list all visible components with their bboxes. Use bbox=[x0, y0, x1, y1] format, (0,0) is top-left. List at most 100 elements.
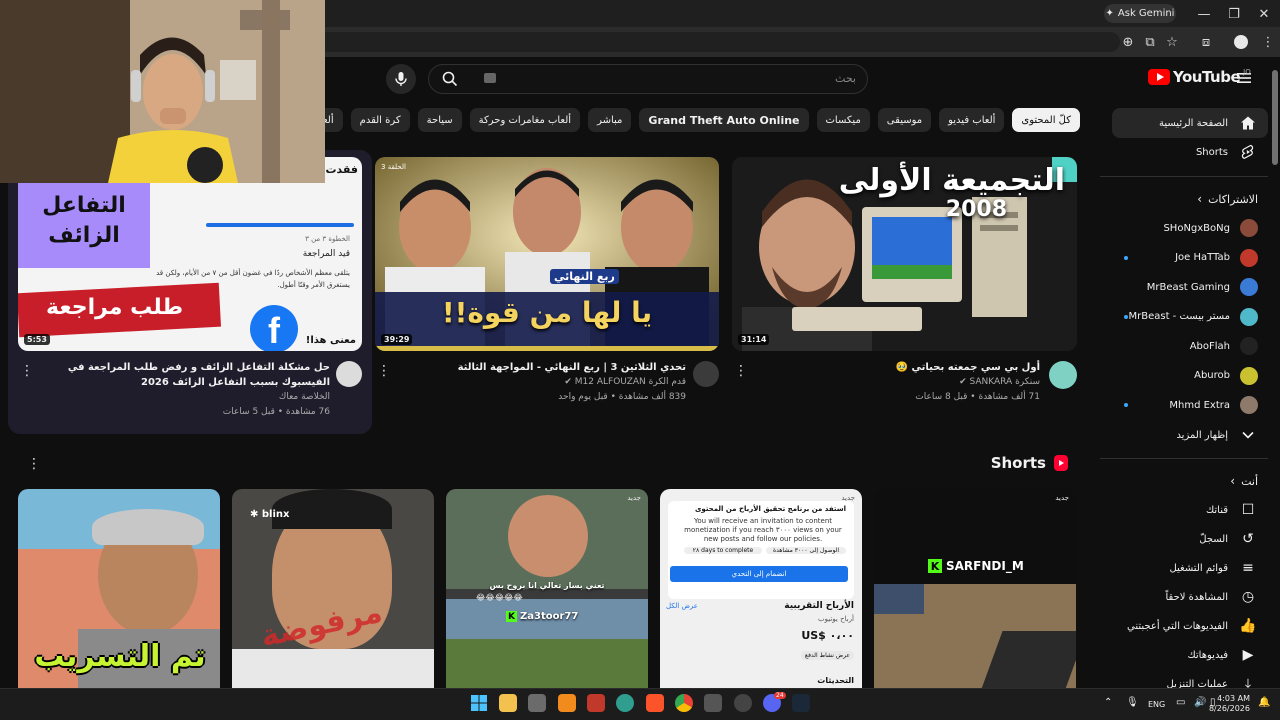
filter-chip[interactable]: كلّ المحتوى bbox=[1012, 108, 1080, 132]
youtube-play-icon bbox=[1148, 69, 1170, 85]
logo-text: YouTube bbox=[1173, 68, 1241, 86]
channel-name[interactable]: الخلاصة معاك bbox=[30, 390, 330, 405]
channel-avatar bbox=[1240, 248, 1258, 267]
show-more-button[interactable]: إظهار المزيد bbox=[1112, 420, 1268, 450]
video-info: حل مشكلة التفاعل الزائف و رفض طلب المراج… bbox=[30, 360, 330, 420]
chrome-icon[interactable] bbox=[675, 694, 693, 712]
filter-chip[interactable]: مباشر bbox=[588, 108, 632, 132]
short-overlay: K SARFNDI_M bbox=[928, 559, 1024, 573]
sidebar-item-subscription[interactable]: MrBeast Gaming bbox=[1112, 272, 1268, 302]
thumbnail-review-text: قيد المراجعة bbox=[302, 249, 350, 259]
microphone-tray-icon[interactable]: 🎙 bbox=[1126, 697, 1139, 708]
video-thumbnail[interactable]: التجميعة الأولى 2008 31:14 bbox=[732, 157, 1077, 351]
video-menu-icon[interactable]: ⋮ bbox=[734, 363, 748, 379]
sidebar-divider bbox=[1100, 176, 1268, 177]
cast-icon[interactable]: ⧉ bbox=[1138, 30, 1162, 54]
sidebar-item-subscription[interactable]: مستر بيست - MrBeast bbox=[1112, 302, 1268, 332]
app-grid-icon[interactable] bbox=[528, 694, 546, 712]
video-title[interactable]: أول بي سي جمعته بحياتي 🥹 bbox=[740, 360, 1040, 375]
sidebar-item-subscription[interactable]: Joe HaTTab bbox=[1112, 243, 1268, 273]
video-duration: 31:14 bbox=[738, 334, 770, 345]
sidebar-item-your-videos[interactable]: ▶ فيديوهاتك bbox=[1112, 640, 1268, 670]
brave-icon[interactable] bbox=[646, 694, 664, 712]
keyboard-icon[interactable] bbox=[484, 73, 496, 83]
new-content-dot bbox=[1124, 403, 1128, 407]
browser-menu-icon[interactable]: ⋮ bbox=[1256, 30, 1280, 54]
filter-chip[interactable]: كرة القدم bbox=[350, 108, 410, 132]
video-thumbnail[interactable]: التفاعل الزائف طلب مراجعة الخطوة ٣ من ٣ … bbox=[18, 183, 362, 351]
close-icon[interactable]: ✕ bbox=[1252, 2, 1276, 26]
tray-chevron-icon[interactable]: ⌃ bbox=[1104, 697, 1112, 708]
video-menu-icon[interactable]: ⋮ bbox=[377, 363, 391, 379]
filter-chip[interactable]: ميكسات bbox=[816, 108, 870, 132]
language-indicator[interactable]: ENG bbox=[1148, 700, 1165, 710]
short-card[interactable]: استفد من برنامج تحقيق الأرباح من المحتوى… bbox=[660, 489, 862, 689]
minimize-icon[interactable]: — bbox=[1192, 2, 1216, 26]
video-duration: 5:53 bbox=[24, 334, 50, 345]
clock[interactable]: 4:03 AM 8/26/2026 bbox=[1200, 694, 1250, 714]
app-red-icon[interactable] bbox=[587, 694, 605, 712]
video-menu-icon[interactable]: ⋮ bbox=[20, 363, 34, 379]
video-channel-line[interactable]: سنكرة SANKARA ✔ bbox=[740, 375, 1040, 390]
camera-icon[interactable] bbox=[704, 694, 722, 712]
search-button[interactable] bbox=[430, 66, 470, 92]
verified-icon: ✔ bbox=[959, 377, 967, 387]
extensions-icon[interactable]: ⧈ bbox=[1194, 30, 1218, 54]
network-icon[interactable]: ▭ bbox=[1176, 697, 1185, 708]
sidebar-item-channel[interactable]: ☐ قناتك bbox=[1112, 495, 1268, 525]
sidebar-item-history[interactable]: ↺ السجلّ bbox=[1112, 524, 1268, 554]
sidebar-item-subscription[interactable]: Mhmd Extra bbox=[1112, 390, 1268, 420]
channel-avatar[interactable] bbox=[693, 361, 719, 387]
short-card[interactable]: تعني بسار تعالي انا بروح بس 😂😂😂😂😂 K Za3t… bbox=[446, 489, 648, 689]
short-card[interactable]: تم التسريب bbox=[18, 489, 220, 689]
sidebar-item-home[interactable]: الصفحة الرئيسية bbox=[1112, 108, 1268, 138]
subscriptions-heading[interactable]: الاشتراكات ‹ bbox=[1112, 192, 1268, 206]
you-heading[interactable]: أنت ‹ bbox=[1112, 474, 1268, 488]
filter-chip[interactable]: Grand Theft Auto Online bbox=[639, 108, 809, 132]
app-circle-icon[interactable] bbox=[734, 694, 752, 712]
short-overlay: K Za3toor77 bbox=[506, 611, 578, 622]
shorts-menu-icon[interactable]: ⋮ bbox=[27, 456, 41, 472]
shorts-logo-icon bbox=[1054, 455, 1068, 471]
sidebar-item-watch-later[interactable]: ◷ المشاهدة لاحقاً bbox=[1112, 582, 1268, 612]
file-explorer-icon[interactable] bbox=[499, 694, 517, 712]
bookmark-star-icon[interactable]: ☆ bbox=[1160, 30, 1184, 54]
sidebar-item-subscription[interactable]: Aburob bbox=[1112, 361, 1268, 391]
zoom-icon[interactable]: ⊕ bbox=[1116, 30, 1140, 54]
short-card[interactable]: ✱ blinx مرفوضة bbox=[232, 489, 434, 689]
youtube-logo[interactable]: YouTube JO bbox=[1148, 68, 1251, 86]
video-channel-line[interactable]: قدم الكرة M12 ALFOUZAN ✔ bbox=[386, 375, 686, 390]
ask-gemini-button[interactable]: ✦ Ask Gemini bbox=[1104, 4, 1176, 23]
app-orange-icon[interactable] bbox=[558, 694, 576, 712]
filter-chip[interactable]: ألعاب مغامرات وحركة bbox=[469, 108, 581, 132]
filter-chip[interactable]: ألعاب فيديو bbox=[939, 108, 1005, 132]
sidebar-item-like[interactable]: 👍 الفيديوهات التي أعجبتني bbox=[1112, 611, 1268, 641]
filter-chip[interactable]: موسيقى bbox=[877, 108, 932, 132]
sidebar-item-subscription[interactable]: AboFlah bbox=[1112, 331, 1268, 361]
short-card[interactable]: K SARFNDI_M جديد bbox=[874, 489, 1076, 689]
short-shirt bbox=[232, 649, 434, 689]
notification-icon[interactable]: 🔔 bbox=[1258, 697, 1270, 708]
thumbnail-tag-text: التفاعل الزائف bbox=[42, 193, 126, 248]
channel-avatar[interactable] bbox=[336, 361, 362, 387]
filter-chip[interactable]: سياحة bbox=[417, 108, 462, 132]
steam-icon[interactable] bbox=[792, 694, 810, 712]
start-icon[interactable] bbox=[470, 694, 488, 712]
video-title[interactable]: تحدي الثلاثين 3 | ربع النهائي - المواجهة… bbox=[386, 360, 686, 375]
short-updates-text: التحديثات bbox=[817, 676, 854, 685]
new-content-dot bbox=[1124, 255, 1128, 260]
channel-avatar[interactable] bbox=[1049, 361, 1077, 389]
sidebar-item-subscription[interactable]: SHoNgxBoNg bbox=[1112, 213, 1268, 243]
profile-avatar[interactable] bbox=[1234, 35, 1248, 49]
sidebar-item-playlists[interactable]: ≡ قوائم التشغيل bbox=[1112, 553, 1268, 583]
edge-icon[interactable] bbox=[616, 694, 634, 712]
url-field[interactable] bbox=[300, 32, 1120, 52]
maximize-icon[interactable]: ❐ bbox=[1222, 2, 1246, 26]
video-thumbnail[interactable]: يا لها من قوة!! ربع النهائي الحلقة 3 39:… bbox=[375, 157, 719, 351]
voice-search-button[interactable] bbox=[386, 64, 416, 94]
sidebar-item-label: فيديوهاتك bbox=[1187, 649, 1228, 661]
short-header-text: استفد من برنامج تحقيق الأرباح من المحتوى bbox=[695, 505, 846, 513]
video-title[interactable]: حل مشكلة التفاعل الزائف و رفض طلب المراج… bbox=[30, 360, 330, 390]
sidebar-item-shorts[interactable]: Shorts bbox=[1112, 137, 1268, 167]
scrollbar-thumb[interactable] bbox=[1272, 70, 1278, 165]
